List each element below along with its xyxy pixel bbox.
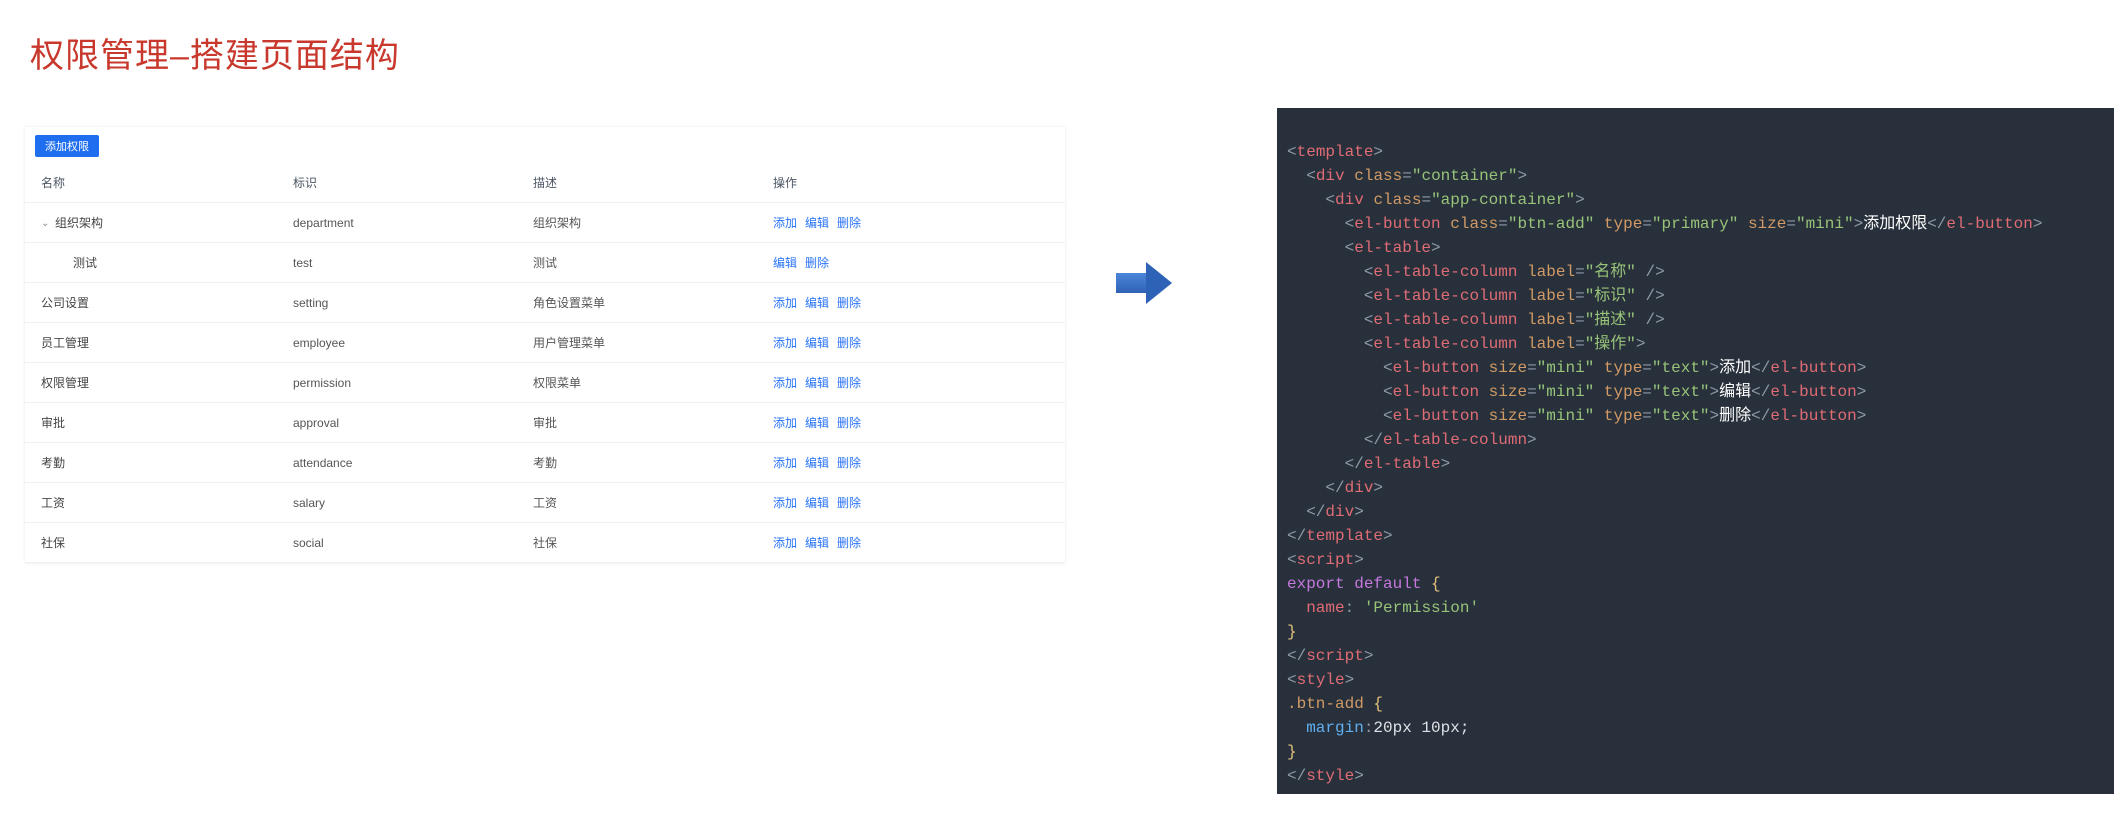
cell-name: 员工管理	[25, 323, 285, 363]
cell-desc: 社保	[525, 523, 765, 563]
cell-name: 测试	[25, 243, 285, 283]
add-link[interactable]: 添加	[773, 416, 797, 430]
cell-identifier: setting	[285, 283, 525, 323]
cell-name: 审批	[25, 403, 285, 443]
cell-desc: 考勤	[525, 443, 765, 483]
cell-identifier: approval	[285, 403, 525, 443]
cell-identifier: salary	[285, 483, 525, 523]
cell-desc: 角色设置菜单	[525, 283, 765, 323]
table-row: 考勤attendance考勤添加编辑删除	[25, 443, 1065, 483]
cell-identifier: attendance	[285, 443, 525, 483]
page-title: 权限管理–搭建页面结构	[30, 28, 400, 77]
table-row: ⌄组织架构department组织架构添加编辑删除	[25, 203, 1065, 243]
table-row: 权限管理 permission权限菜单添加编辑删除	[25, 363, 1065, 403]
del-link[interactable]: 删除	[837, 296, 861, 310]
table-row: 员工管理 employee用户管理菜单添加编辑删除	[25, 323, 1065, 363]
del-link[interactable]: 删除	[837, 416, 861, 430]
edit-link[interactable]: 编辑	[805, 496, 829, 510]
cell-name-text: 员工管理	[41, 336, 89, 350]
cell-ops: 添加编辑删除	[765, 443, 1065, 483]
table-row: 公司设置 setting角色设置菜单添加编辑删除	[25, 283, 1065, 323]
del-link[interactable]: 删除	[837, 496, 861, 510]
cell-desc: 工资	[525, 483, 765, 523]
cell-ops: 添加编辑删除	[765, 403, 1065, 443]
cell-name: 权限管理	[25, 363, 285, 403]
edit-link[interactable]: 编辑	[773, 256, 797, 270]
cell-ops: 添加编辑删除	[765, 483, 1065, 523]
cell-name: 考勤	[25, 443, 285, 483]
table-row: 审批approval审批添加编辑删除	[25, 403, 1065, 443]
cell-identifier: department	[285, 203, 525, 243]
edit-link[interactable]: 编辑	[805, 416, 829, 430]
add-link[interactable]: 添加	[773, 296, 797, 310]
cell-ops: 添加编辑删除	[765, 323, 1065, 363]
arrow-icon	[1116, 262, 1172, 304]
cell-desc: 用户管理菜单	[525, 323, 765, 363]
del-link[interactable]: 删除	[837, 536, 861, 550]
del-link[interactable]: 删除	[805, 256, 829, 270]
add-permission-button[interactable]: 添加权限	[35, 135, 99, 157]
edit-link[interactable]: 编辑	[805, 456, 829, 470]
col-header-identifier: 标识	[285, 163, 525, 203]
code-editor: <template> <div class="container"> <div …	[1277, 108, 2114, 794]
table-row: 工资salary工资添加编辑删除	[25, 483, 1065, 523]
del-link[interactable]: 删除	[837, 336, 861, 350]
edit-link[interactable]: 编辑	[805, 216, 829, 230]
cell-desc: 审批	[525, 403, 765, 443]
expand-icon[interactable]: ⌄	[41, 219, 51, 229]
cell-desc: 权限菜单	[525, 363, 765, 403]
edit-link[interactable]: 编辑	[805, 296, 829, 310]
add-link[interactable]: 添加	[773, 536, 797, 550]
cell-name-text: 组织架构	[55, 216, 103, 230]
del-link[interactable]: 删除	[837, 216, 861, 230]
col-header-desc: 描述	[525, 163, 765, 203]
add-link[interactable]: 添加	[773, 376, 797, 390]
edit-link[interactable]: 编辑	[805, 536, 829, 550]
cell-ops: 编辑删除	[765, 243, 1065, 283]
del-link[interactable]: 删除	[837, 456, 861, 470]
cell-identifier: test	[285, 243, 525, 283]
table-row: 社保social社保添加编辑删除	[25, 523, 1065, 563]
cell-desc: 组织架构	[525, 203, 765, 243]
cell-ops: 添加编辑删除	[765, 523, 1065, 563]
cell-ops: 添加编辑删除	[765, 283, 1065, 323]
cell-ops: 添加编辑删除	[765, 363, 1065, 403]
cell-desc: 测试	[525, 243, 765, 283]
add-link[interactable]: 添加	[773, 456, 797, 470]
cell-name-text: 公司设置	[41, 296, 89, 310]
cell-name-text: 考勤	[41, 456, 65, 470]
cell-name: ⌄ 组织架构	[25, 203, 285, 243]
permission-table: 名称 标识 描述 操作 ⌄组织架构department组织架构添加编辑删除测试t…	[25, 163, 1065, 563]
edit-link[interactable]: 编辑	[805, 336, 829, 350]
cell-identifier: employee	[285, 323, 525, 363]
cell-identifier: permission	[285, 363, 525, 403]
permission-table-panel: 添加权限 名称 标识 描述 操作 ⌄组织架构department组织架构添加编辑…	[25, 127, 1065, 563]
col-header-name: 名称	[25, 163, 285, 203]
add-link[interactable]: 添加	[773, 496, 797, 510]
toolbar: 添加权限	[25, 127, 1065, 163]
del-link[interactable]: 删除	[837, 376, 861, 390]
cell-name-text: 权限管理	[41, 376, 89, 390]
table-row: 测试test测试编辑删除	[25, 243, 1065, 283]
cell-name-text: 测试	[73, 256, 97, 270]
cell-name-text: 社保	[41, 536, 65, 550]
col-header-op: 操作	[765, 163, 1065, 203]
cell-name: 工资	[25, 483, 285, 523]
cell-ops: 添加编辑删除	[765, 203, 1065, 243]
cell-name-text: 工资	[41, 496, 65, 510]
cell-name-text: 审批	[41, 416, 65, 430]
add-link[interactable]: 添加	[773, 336, 797, 350]
cell-identifier: social	[285, 523, 525, 563]
cell-name: 社保	[25, 523, 285, 563]
add-link[interactable]: 添加	[773, 216, 797, 230]
edit-link[interactable]: 编辑	[805, 376, 829, 390]
cell-name: 公司设置	[25, 283, 285, 323]
